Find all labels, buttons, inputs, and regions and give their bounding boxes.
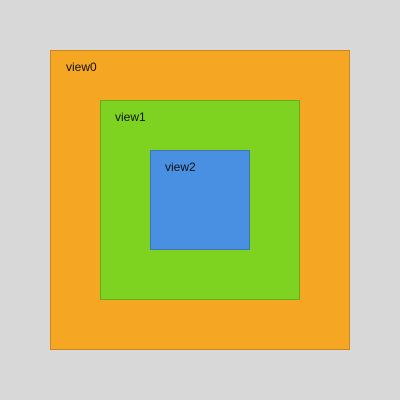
view0-panel[interactable]: view0 view1 view2 bbox=[50, 50, 350, 350]
view2-label: view2 bbox=[165, 160, 196, 174]
view1-panel[interactable]: view1 view2 bbox=[100, 100, 300, 300]
canvas-background: view0 view1 view2 bbox=[0, 0, 400, 400]
view0-label: view0 bbox=[66, 60, 97, 74]
view2-panel[interactable]: view2 bbox=[150, 150, 250, 250]
view1-label: view1 bbox=[115, 110, 146, 124]
